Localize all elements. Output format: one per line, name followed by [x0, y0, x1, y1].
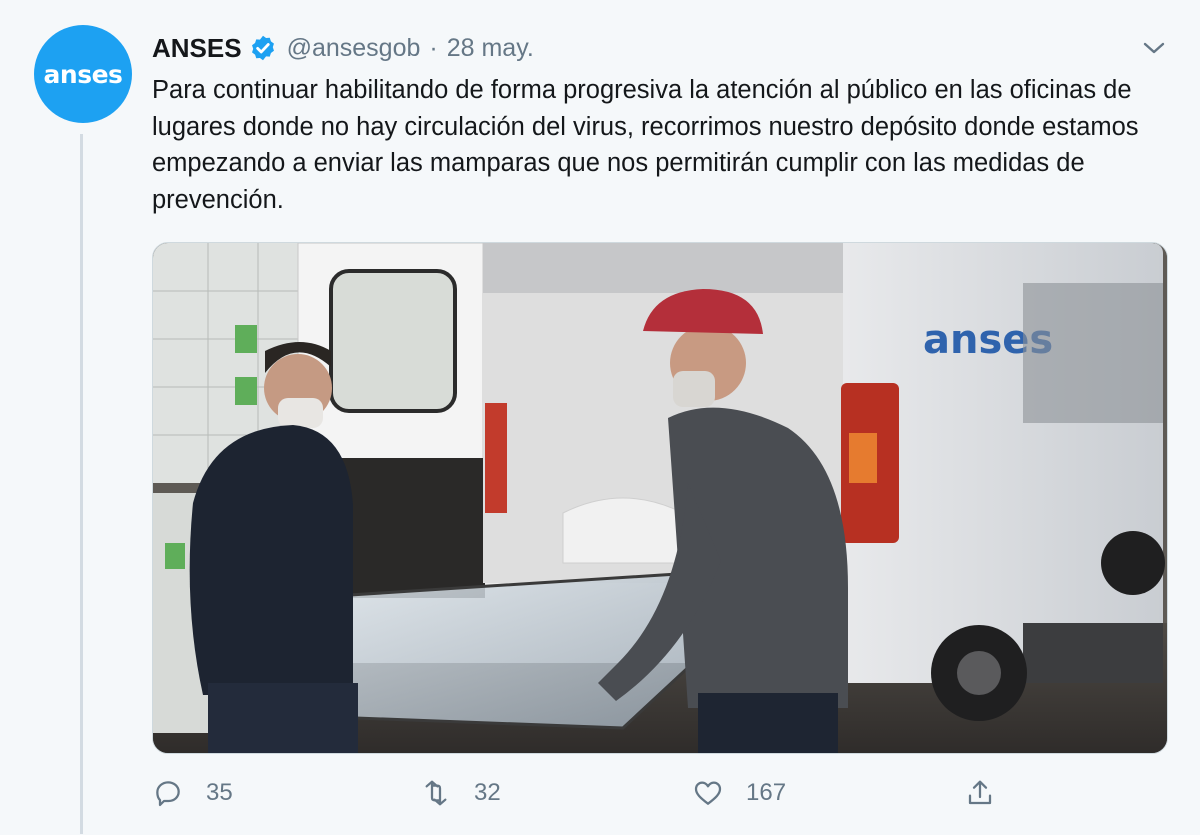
- tweet-photo[interactable]: anses: [152, 242, 1168, 754]
- account-handle[interactable]: @ansesgob: [287, 34, 421, 63]
- retweet-button[interactable]: 32: [420, 773, 501, 813]
- retweet-count: 32: [474, 779, 501, 806]
- reply-button[interactable]: 35: [152, 773, 233, 813]
- tweet-card[interactable]: anses ANSES @ansesgob · 28 may. Para con…: [0, 0, 1200, 835]
- retweet-icon: [425, 780, 447, 806]
- tweet-header: ANSES @ansesgob · 28 may.: [152, 30, 534, 66]
- reply-icon: [156, 781, 180, 807]
- verified-badge-icon: [251, 35, 274, 61]
- thread-line: [80, 134, 83, 834]
- account-name[interactable]: ANSES: [152, 33, 242, 64]
- share-icon: [968, 780, 992, 805]
- share-button[interactable]: [964, 773, 996, 813]
- warehouse-van-photo: anses: [153, 243, 1167, 753]
- avatar-text: anses: [43, 59, 123, 89]
- like-button[interactable]: 167: [692, 773, 786, 813]
- separator-dot: ·: [429, 33, 438, 62]
- tweet-date[interactable]: 28 may.: [447, 34, 534, 63]
- tweet-text: Para continuar habilitando de forma prog…: [152, 76, 1139, 214]
- like-count: 167: [746, 779, 787, 806]
- reply-count: 35: [206, 779, 233, 806]
- chevron-down-icon[interactable]: [1140, 36, 1168, 60]
- heart-icon: [694, 781, 722, 805]
- avatar[interactable]: anses: [34, 25, 132, 123]
